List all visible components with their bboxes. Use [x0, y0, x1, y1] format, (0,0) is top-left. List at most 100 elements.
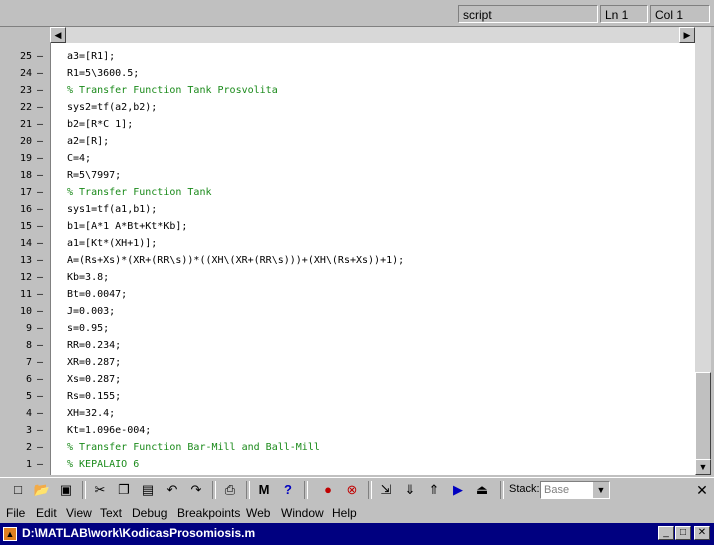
line-number: 18 — [19, 170, 32, 181]
horizontal-scrollbar[interactable]: ◀ ▶ — [50, 27, 695, 43]
breakpoint-marker[interactable]: – — [37, 425, 43, 436]
breakpoint-marker[interactable]: – — [37, 238, 43, 249]
menu-web[interactable]: Web — [246, 506, 270, 520]
step-out-icon[interactable]: ⇑ — [424, 481, 444, 499]
code-line[interactable]: sys2=tf(a2,b2); — [67, 102, 157, 113]
help-icon[interactable]: ? — [278, 481, 298, 499]
stack-select[interactable]: Base ▼ — [540, 481, 610, 499]
redo-icon[interactable]: ↷ — [186, 481, 206, 499]
print-icon[interactable]: ⎙ — [220, 481, 240, 499]
breakpoint-marker[interactable]: – — [37, 459, 43, 470]
breakpoint-marker[interactable]: – — [37, 102, 43, 113]
breakpoint-marker[interactable]: – — [37, 85, 43, 96]
code-comment[interactable]: % Transfer Function Bar-Mill and Ball-Mi… — [67, 442, 320, 453]
breakpoint-marker[interactable]: – — [37, 51, 43, 62]
breakpoint-marker[interactable]: – — [37, 289, 43, 300]
close-icon[interactable]: ✕ — [693, 481, 711, 499]
code-line[interactable]: R=5\7997; — [67, 170, 121, 181]
vertical-scrollbar[interactable]: ▼ — [695, 27, 711, 475]
set-breakpoint-icon[interactable]: ● — [318, 481, 338, 499]
line-number: 4 — [25, 408, 32, 419]
new-file-icon[interactable]: □ — [8, 481, 28, 499]
breakpoint-marker[interactable]: – — [37, 357, 43, 368]
code-line[interactable]: Kt=1.096e-004; — [67, 425, 151, 436]
breakpoint-marker[interactable]: – — [37, 255, 43, 266]
code-comment[interactable]: % KEPALAIO 6 — [67, 459, 139, 470]
breakpoint-marker[interactable]: – — [37, 391, 43, 402]
menu-text[interactable]: Text — [100, 506, 122, 520]
code-line[interactable]: a2=[R]; — [67, 136, 109, 147]
code-line[interactable]: A=(Rs+Xs)*(XR+(RR\s))*((XH\(XR+(RR\s)))+… — [67, 255, 404, 266]
scroll-right-button[interactable]: ▶ — [679, 27, 695, 43]
code-line[interactable]: XR=0.287; — [67, 357, 121, 368]
chevron-down-icon[interactable]: ▼ — [593, 482, 609, 498]
code-line[interactable]: J=0.003; — [67, 306, 115, 317]
code-comment[interactable]: % Transfer Function Tank — [67, 187, 212, 198]
code-line[interactable]: XH=32.4; — [67, 408, 115, 419]
copy-icon[interactable]: ❐ — [114, 481, 134, 499]
code-editor[interactable]: a3=[R1]; R1=5\3600.5; % Transfer Function … — [50, 43, 696, 475]
code-line[interactable]: Rs=0.155; — [67, 391, 121, 402]
continue-icon[interactable]: ▶ — [448, 481, 468, 499]
line-number: 23 — [19, 85, 32, 96]
scroll-thumb[interactable] — [695, 372, 711, 462]
step-in-icon[interactable]: ⇓ — [400, 481, 420, 499]
breakpoint-marker[interactable]: – — [37, 204, 43, 215]
maximize-icon[interactable]: □ — [675, 526, 691, 540]
breakpoint-marker[interactable]: – — [37, 119, 43, 130]
close-window-icon[interactable]: ✕ — [694, 526, 710, 540]
title-bar[interactable]: ▲ D:\MATLAB\work\KodicasProsomiosis.m _ … — [0, 523, 714, 545]
code-line[interactable]: Bt=0.0047; — [67, 289, 127, 300]
breakpoint-marker[interactable]: – — [37, 221, 43, 232]
undo-icon[interactable]: ↶ — [162, 481, 182, 499]
breakpoint-marker[interactable]: – — [37, 187, 43, 198]
scroll-down-button[interactable]: ▼ — [695, 459, 711, 475]
menu-breakpoints[interactable]: Breakpoints — [177, 506, 240, 520]
status-mode: script — [458, 5, 598, 23]
code-line[interactable]: Xs=0.287; — [67, 374, 121, 385]
breakpoint-marker[interactable]: – — [37, 442, 43, 453]
breakpoint-marker[interactable]: – — [37, 374, 43, 385]
cut-icon[interactable]: ✂ — [90, 481, 110, 499]
open-icon[interactable]: 📂 — [32, 481, 52, 499]
line-number: 19 — [19, 153, 32, 164]
find-icon[interactable]: M — [254, 481, 274, 499]
code-line[interactable]: b1=[A*1 A*Bt+Kt*Kb]; — [67, 221, 187, 232]
breakpoint-marker[interactable]: – — [37, 136, 43, 147]
code-line[interactable]: C=4; — [67, 153, 91, 164]
breakpoint-marker[interactable]: – — [37, 272, 43, 283]
menu-edit[interactable]: Edit — [36, 506, 57, 520]
code-line[interactable]: sys1=tf(a1,b1); — [67, 204, 157, 215]
code-line[interactable]: s=0.95; — [67, 323, 109, 334]
code-comment[interactable]: % Transfer Function Tank Prosvolita — [67, 85, 278, 96]
menu-window[interactable]: Window — [281, 506, 324, 520]
breakpoint-marker[interactable]: – — [37, 340, 43, 351]
line-number: 24 — [19, 68, 32, 79]
clear-breakpoints-icon[interactable]: ⊗ — [342, 481, 362, 499]
breakpoint-marker[interactable]: – — [37, 68, 43, 79]
breakpoint-marker[interactable]: – — [37, 408, 43, 419]
exit-debug-icon[interactable]: ⏏ — [472, 481, 492, 499]
menu-view[interactable]: View — [66, 506, 92, 520]
step-icon[interactable]: ⇲ — [376, 481, 396, 499]
menu-debug[interactable]: Debug — [132, 506, 167, 520]
code-line[interactable]: R1=5\3600.5; — [67, 68, 139, 79]
breakpoint-marker[interactable]: – — [37, 153, 43, 164]
breakpoint-marker[interactable]: – — [37, 306, 43, 317]
paste-icon[interactable]: ▤ — [138, 481, 158, 499]
menu-file[interactable]: File — [6, 506, 25, 520]
code-line[interactable]: RR=0.234; — [67, 340, 121, 351]
breakpoint-marker[interactable]: – — [37, 323, 43, 334]
code-line[interactable]: Kb=3.8; — [67, 272, 109, 283]
code-line[interactable]: a3=[R1]; — [67, 51, 115, 62]
code-line[interactable]: a1=[Kt*(XH+1)]; — [67, 238, 157, 249]
breakpoint-marker[interactable]: – — [37, 170, 43, 181]
line-number: 3 — [25, 425, 32, 436]
menu-bar: File Edit View Text Debug Breakpoints We… — [0, 503, 714, 523]
code-line[interactable]: b2=[R*C 1]; — [67, 119, 133, 130]
save-icon[interactable]: ▣ — [56, 481, 76, 499]
minimize-icon[interactable]: _ — [658, 526, 674, 540]
scroll-left-button[interactable]: ◀ — [50, 27, 66, 43]
toolbar-separator — [82, 481, 86, 499]
menu-help[interactable]: Help — [332, 506, 357, 520]
